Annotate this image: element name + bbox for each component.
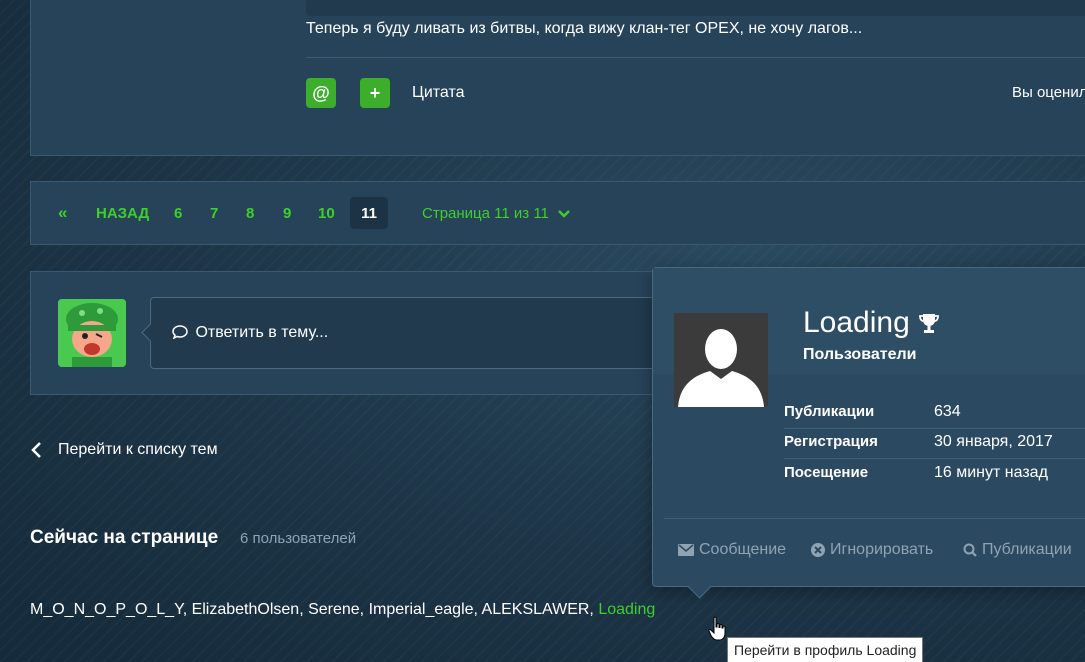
comment-icon xyxy=(172,325,188,340)
first-page-icon[interactable]: « xyxy=(58,203,67,223)
reaction-status[interactable]: Вы оценил xyxy=(1012,84,1085,101)
stat-divider xyxy=(784,428,1085,429)
stat-divider xyxy=(784,458,1085,459)
stat-label-posts: Публикации xyxy=(784,403,875,420)
hovercard-avatar[interactable] xyxy=(674,313,768,407)
stat-value-last-visit: 16 минут назад xyxy=(934,464,1048,481)
ignore-button[interactable]: Игнорировать xyxy=(811,541,933,559)
multiquote-button[interactable]: + xyxy=(360,78,390,108)
ban-icon xyxy=(811,543,825,557)
search-icon xyxy=(963,543,977,557)
trophy-icon xyxy=(918,314,939,333)
prev-page-button[interactable]: НАЗАД xyxy=(96,205,149,222)
avatar-character-icon xyxy=(58,299,126,367)
hovercard-name-row: Loading xyxy=(803,306,940,340)
page-link-10[interactable]: 10 xyxy=(318,205,335,222)
back-link-label: Перейти к списку тем xyxy=(58,441,218,458)
hovercard-group: Пользователи xyxy=(803,346,917,363)
quote-button[interactable]: Цитата xyxy=(412,84,465,102)
plus-icon: + xyxy=(369,82,381,103)
default-avatar-icon xyxy=(674,313,768,407)
reply-placeholder[interactable]: Ответить в тему... xyxy=(172,324,328,342)
page-of-label: Страница 11 из 11 xyxy=(422,205,549,222)
hovercard-name[interactable]: Loading xyxy=(803,306,910,340)
page-link-9[interactable]: 9 xyxy=(283,205,291,222)
posts-label: Публикации xyxy=(982,541,1072,558)
stat-label-last-visit: Посещение xyxy=(784,464,869,481)
chevron-down-icon xyxy=(558,210,570,218)
page-jump-dropdown[interactable]: Страница 11 из 11 xyxy=(422,205,571,222)
profile-tooltip: Перейти в профиль Loading xyxy=(727,637,924,662)
hand-cursor-icon xyxy=(708,616,726,641)
chevron-left-icon xyxy=(31,442,41,458)
hovercard-actions-divider xyxy=(664,518,1085,519)
stat-value-posts: 634 xyxy=(934,403,961,420)
reply-placeholder-text: Ответить в тему... xyxy=(195,324,329,341)
online-title: Сейчас на странице xyxy=(30,527,219,548)
post-quote-block xyxy=(306,0,1085,16)
online-users-list: M_O_N_O_P_O_L_Y, ElizabethOlsen, Serene,… xyxy=(30,601,655,619)
current-page: 11 xyxy=(350,197,388,229)
post-text: Теперь я буду ливать из битвы, когда виж… xyxy=(306,20,863,37)
stat-value-registered: 30 января, 2017 xyxy=(934,433,1053,450)
posts-button[interactable]: Публикации xyxy=(963,541,1072,559)
online-users-text[interactable]: M_O_N_O_P_O_L_Y, ElizabethOlsen, Serene,… xyxy=(30,601,598,618)
message-label: Сообщение xyxy=(699,541,787,558)
back-to-topics-link[interactable]: Перейти к списку тем xyxy=(30,441,218,459)
envelope-icon xyxy=(678,544,694,556)
at-icon: @ xyxy=(312,82,330,103)
page-link-8[interactable]: 8 xyxy=(246,205,254,222)
post-divider xyxy=(306,57,1085,58)
page-link-6[interactable]: 6 xyxy=(174,205,182,222)
user-avatar[interactable] xyxy=(58,299,126,367)
ignore-label: Игнорировать xyxy=(830,541,934,558)
online-count: 6 пользователей xyxy=(240,530,357,547)
online-user-loading[interactable]: Loading xyxy=(598,601,655,618)
page-link-7[interactable]: 7 xyxy=(210,205,218,222)
stat-label-registered: Регистрация xyxy=(784,433,878,450)
mention-button[interactable]: @ xyxy=(306,78,336,108)
message-button[interactable]: Сообщение xyxy=(678,541,786,559)
